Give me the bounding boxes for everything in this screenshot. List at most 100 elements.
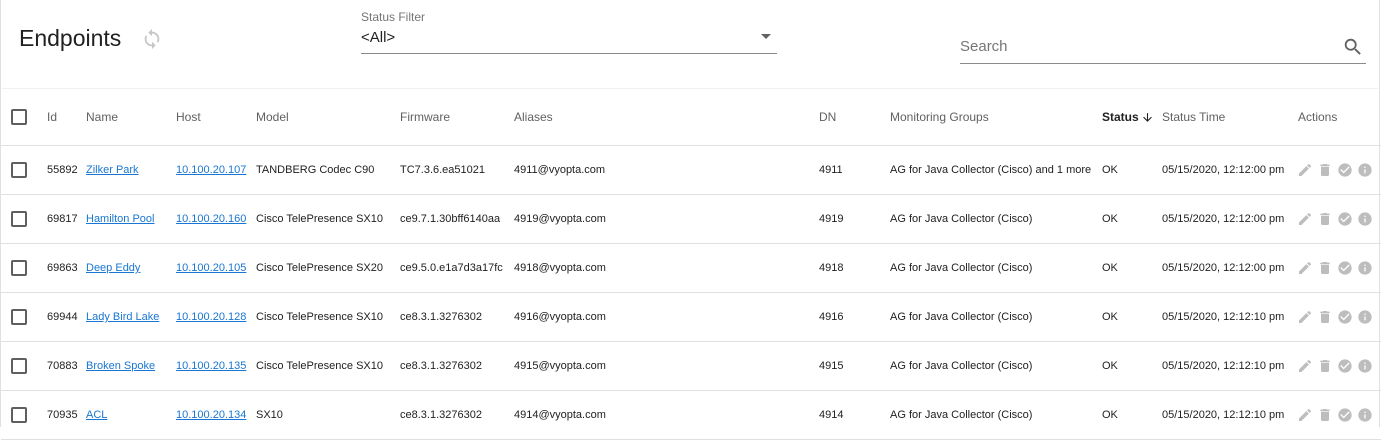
table-row: 70883 Broken Spoke 10.100.20.135 Cisco T…: [1, 342, 1381, 391]
select-all-checkbox[interactable]: [11, 109, 27, 125]
row-checkbox[interactable]: [11, 309, 27, 325]
column-header-model[interactable]: Model: [256, 89, 289, 145]
cell-status-time: 05/15/2020, 12:12:00 pm: [1162, 213, 1285, 225]
cell-status-time: 05/15/2020, 12:12:10 pm: [1162, 409, 1285, 421]
status-filter-value[interactable]: <All>: [361, 29, 395, 46]
info-icon[interactable]: [1357, 407, 1373, 423]
search-underline: [960, 63, 1366, 64]
info-icon[interactable]: [1357, 211, 1373, 227]
trash-icon[interactable]: [1317, 211, 1333, 227]
cell-status-time: 05/15/2020, 12:12:10 pm: [1162, 311, 1285, 323]
pencil-icon[interactable]: [1297, 260, 1313, 276]
cell-name: Deep Eddy: [86, 244, 140, 292]
row-select-cell: [11, 146, 27, 194]
row-select-cell: [11, 342, 27, 390]
check-circle-icon[interactable]: [1337, 260, 1353, 276]
cell-monitoring-groups: AG for Java Collector (Cisco): [890, 360, 1033, 372]
search-input[interactable]: [960, 34, 1330, 58]
cell-id: 69944: [47, 311, 78, 323]
cell-actions: [1297, 342, 1373, 390]
column-header-name[interactable]: Name: [86, 89, 118, 145]
row-select-cell: [11, 391, 27, 439]
cell-model: Cisco TelePresence SX20: [256, 262, 383, 274]
endpoint-name-link[interactable]: Lady Bird Lake: [86, 311, 159, 323]
table-row: 55892 Zilker Park 10.100.20.107 TANDBERG…: [1, 146, 1381, 195]
info-icon[interactable]: [1357, 309, 1373, 325]
column-header-firmware[interactable]: Firmware: [400, 89, 450, 145]
status-filter-select[interactable]: Status Filter <All>: [361, 8, 777, 54]
cell-dn: 4918: [819, 262, 844, 274]
row-checkbox[interactable]: [11, 260, 27, 276]
cell-actions: [1297, 391, 1373, 439]
pencil-icon[interactable]: [1297, 162, 1313, 178]
trash-icon[interactable]: [1317, 162, 1333, 178]
status-filter-label: Status Filter: [361, 10, 426, 24]
column-header-host[interactable]: Host: [176, 89, 201, 145]
column-header-dn[interactable]: DN: [819, 89, 836, 145]
pencil-icon[interactable]: [1297, 211, 1313, 227]
check-circle-icon[interactable]: [1337, 407, 1353, 423]
trash-icon[interactable]: [1317, 358, 1333, 374]
row-checkbox[interactable]: [11, 211, 27, 227]
trash-icon[interactable]: [1317, 407, 1333, 423]
cell-host: 10.100.20.135: [176, 342, 246, 390]
info-icon[interactable]: [1357, 260, 1373, 276]
info-icon[interactable]: [1357, 358, 1373, 374]
refresh-icon[interactable]: [141, 28, 163, 50]
table-header: Id Name Host Model Firmware Aliases DN M…: [1, 89, 1381, 146]
check-circle-icon[interactable]: [1337, 162, 1353, 178]
row-checkbox[interactable]: [11, 162, 27, 178]
cell-id: 70883: [47, 360, 78, 372]
search-icon[interactable]: [1342, 36, 1364, 58]
info-icon[interactable]: [1357, 162, 1373, 178]
cell-id: 69863: [47, 262, 78, 274]
host-link[interactable]: 10.100.20.135: [176, 360, 246, 372]
row-checkbox[interactable]: [11, 358, 27, 374]
search-field[interactable]: [960, 30, 1366, 64]
column-header-status[interactable]: Status: [1102, 89, 1154, 145]
pencil-icon[interactable]: [1297, 407, 1313, 423]
trash-icon[interactable]: [1317, 309, 1333, 325]
host-link[interactable]: 10.100.20.134: [176, 409, 246, 421]
cell-aliases: 4916@vyopta.com: [514, 311, 606, 323]
cell-dn: 4915: [819, 360, 844, 372]
cell-monitoring-groups: AG for Java Collector (Cisco) and 1 more: [890, 164, 1092, 176]
endpoint-name-link[interactable]: ACL: [86, 409, 107, 421]
column-header-aliases[interactable]: Aliases: [514, 89, 553, 145]
cell-name: Zilker Park: [86, 146, 139, 194]
cell-dn: 4916: [819, 311, 844, 323]
cell-actions: [1297, 293, 1373, 341]
table-row: 70935 ACL 10.100.20.134 SX10 ce8.3.1.327…: [1, 391, 1381, 440]
check-circle-icon[interactable]: [1337, 211, 1353, 227]
trash-icon[interactable]: [1317, 260, 1333, 276]
row-select-cell: [11, 195, 27, 243]
column-header-actions: Actions: [1298, 110, 1338, 124]
endpoint-name-link[interactable]: Broken Spoke: [86, 360, 155, 372]
host-link[interactable]: 10.100.20.105: [176, 262, 246, 274]
host-link[interactable]: 10.100.20.128: [176, 311, 246, 323]
endpoint-name-link[interactable]: Hamilton Pool: [86, 213, 154, 225]
cell-monitoring-groups: AG for Java Collector (Cisco): [890, 409, 1033, 421]
cell-firmware: ce9.5.0.e1a7d3a17fc: [400, 262, 503, 274]
cell-monitoring-groups: AG for Java Collector (Cisco): [890, 213, 1033, 225]
host-link[interactable]: 10.100.20.107: [176, 164, 246, 176]
endpoint-name-link[interactable]: Zilker Park: [86, 164, 139, 176]
cell-aliases: 4914@vyopta.com: [514, 409, 606, 421]
dropdown-caret-icon[interactable]: [761, 34, 771, 39]
column-header-status-time[interactable]: Status Time: [1162, 89, 1225, 145]
column-header-id[interactable]: Id: [47, 89, 57, 145]
row-checkbox[interactable]: [11, 407, 27, 423]
cell-status-time: 05/15/2020, 12:12:00 pm: [1162, 164, 1285, 176]
pencil-icon[interactable]: [1297, 358, 1313, 374]
cell-status: OK: [1102, 262, 1118, 274]
check-circle-icon[interactable]: [1337, 358, 1353, 374]
cell-aliases: 4915@vyopta.com: [514, 360, 606, 372]
endpoint-name-link[interactable]: Deep Eddy: [86, 262, 140, 274]
column-header-monitoring-groups[interactable]: Monitoring Groups: [890, 89, 989, 145]
cell-host: 10.100.20.134: [176, 391, 246, 439]
check-circle-icon[interactable]: [1337, 309, 1353, 325]
cell-id: 55892: [47, 164, 78, 176]
cell-status: OK: [1102, 164, 1118, 176]
pencil-icon[interactable]: [1297, 309, 1313, 325]
host-link[interactable]: 10.100.20.160: [176, 213, 246, 225]
